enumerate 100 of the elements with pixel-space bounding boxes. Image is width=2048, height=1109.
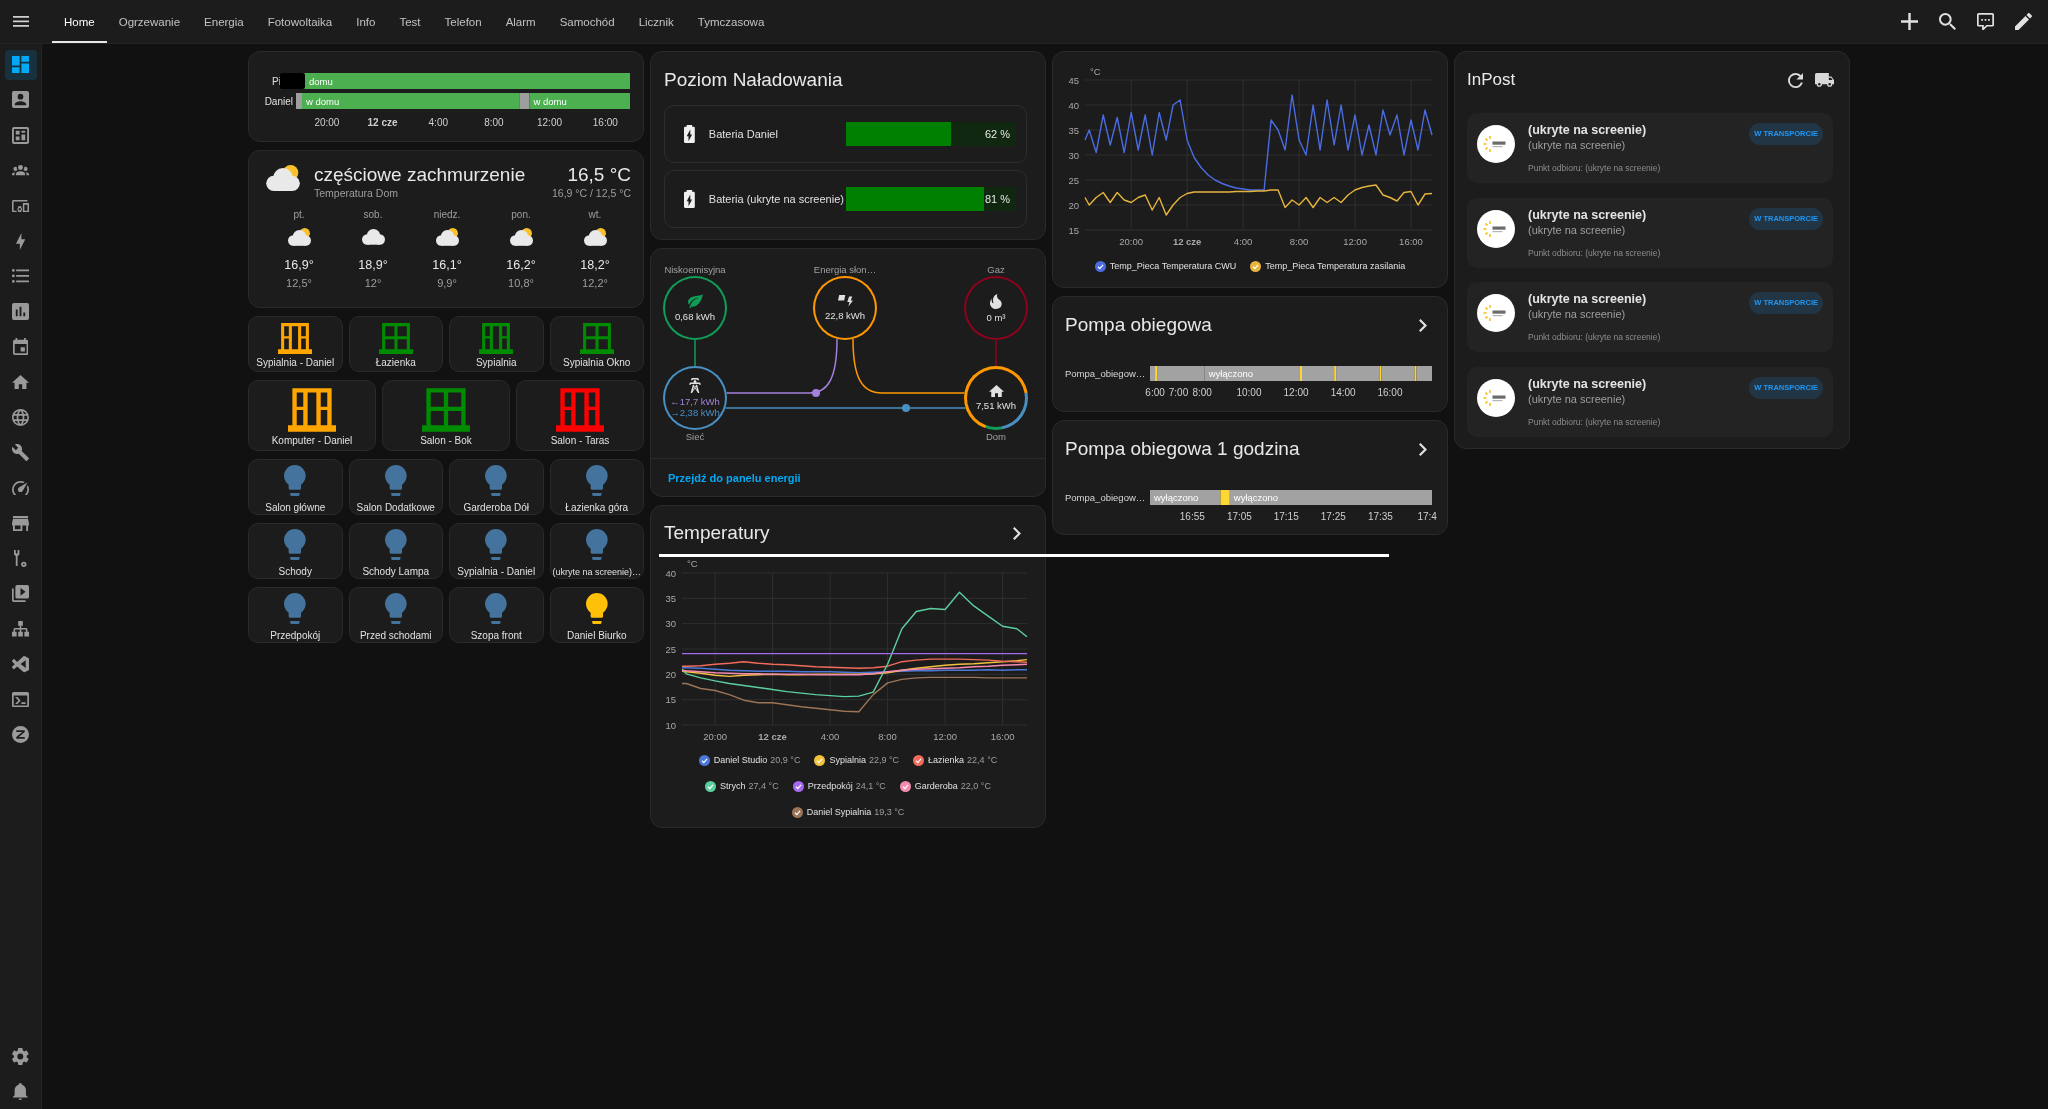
chevron-icon bbox=[1419, 442, 1427, 456]
legend-item[interactable]: Strych 27,4 °C bbox=[705, 773, 779, 799]
tab[interactable]: Licznik bbox=[626, 0, 686, 43]
weather-condition: częściowe zachmurzenie bbox=[314, 164, 527, 186]
pencil-icon bbox=[2014, 13, 2032, 30]
bar-chart-icon bbox=[12, 303, 29, 321]
legend-item[interactable]: Daniel Studio 20,9 °C bbox=[698, 747, 801, 773]
temperature-value: 16,5 °C bbox=[566, 164, 631, 186]
axis-label: 17:15 bbox=[1273, 510, 1299, 522]
window-tile[interactable]: Łazienka bbox=[348, 316, 443, 372]
legend-item[interactable]: Łazienka 22,4 °C bbox=[913, 747, 998, 773]
legend-label: Temp_Pieca Temperatura zasilania bbox=[1265, 261, 1406, 271]
legend-item[interactable]: Garderoba 22,0 °C bbox=[899, 773, 991, 799]
forecast-day: niedz. bbox=[433, 208, 461, 222]
axis-label: 12:00 bbox=[1343, 236, 1367, 247]
parcel-title: (ukryte na screenie) bbox=[1528, 375, 1647, 392]
energy-node[interactable]: 0,68 kWh bbox=[663, 276, 727, 340]
tools-icon bbox=[14, 550, 27, 568]
card-title: Pompa obiegowa 1 godzina bbox=[1065, 437, 1300, 461]
devices-icon bbox=[12, 199, 29, 212]
node-value: 7,51 kWh bbox=[975, 400, 1017, 412]
energy-node[interactable]: 22,8 kWh bbox=[813, 276, 877, 340]
light-tile[interactable]: Salon Dodatkowe bbox=[348, 459, 443, 515]
window-tile[interactable]: Sypialnia Okno bbox=[549, 316, 644, 372]
light-tile[interactable]: Schody Lampa bbox=[348, 523, 443, 579]
sitemap-icon bbox=[12, 621, 29, 637]
axis-unit: °C bbox=[1090, 66, 1101, 77]
axis-label: 8:00 bbox=[484, 116, 504, 128]
light-tile[interactable]: Schody bbox=[248, 523, 343, 579]
flow-line bbox=[995, 339, 997, 367]
parcel-title: (ukryte na screenie) bbox=[1528, 206, 1647, 223]
sidebar-item[interactable] bbox=[4, 49, 37, 80]
axis-label: 12 cze bbox=[1172, 236, 1202, 247]
node-label: Energia słon… bbox=[813, 263, 877, 275]
forecast-day: pon. bbox=[511, 208, 531, 222]
pickup-point: Punkt odbioru: (ukryte na screenie) bbox=[1528, 415, 1661, 428]
legend-label: Strych bbox=[720, 781, 746, 791]
bell-icon bbox=[13, 1082, 28, 1100]
axis-label: 8:00 bbox=[878, 731, 897, 742]
tab[interactable]: Home bbox=[52, 0, 107, 43]
legend-item[interactable]: Sypialnia 22,9 °C bbox=[814, 747, 900, 773]
tab[interactable]: Alarm bbox=[493, 0, 548, 43]
light-tile[interactable]: Przedpokój bbox=[248, 587, 343, 643]
tab[interactable]: Energia bbox=[192, 0, 256, 43]
logo-icon bbox=[1477, 209, 1515, 248]
energy-link[interactable]: Przejdź do panelu energii bbox=[668, 472, 801, 484]
legend-label: Łazienka bbox=[928, 755, 965, 765]
axis-label: 35 bbox=[1068, 124, 1079, 136]
axis-label: 17:35 bbox=[1367, 510, 1393, 522]
axis-label: 40 bbox=[665, 567, 676, 579]
chevron-icon bbox=[1013, 526, 1021, 540]
legend-label: Daniel Studio bbox=[713, 755, 768, 765]
card-title: Poziom Naładowania bbox=[664, 68, 844, 92]
parcel-title: (ukryte na screenie) bbox=[1528, 291, 1647, 307]
row-label: Pompa_obiegow… bbox=[1065, 492, 1146, 503]
forecast-high: 16,2° bbox=[506, 256, 536, 273]
window-tile[interactable]: Salon - Taras bbox=[516, 380, 644, 451]
legend-label: Temp_Pieca Temperatura CWU bbox=[1109, 261, 1237, 271]
tab[interactable]: Samochód bbox=[547, 0, 627, 43]
legend-item[interactable]: Temp_Pieca Temperatura CWU bbox=[1094, 256, 1237, 276]
axis-label: 4:00 bbox=[428, 116, 448, 128]
axis-label: 12:00 bbox=[537, 116, 562, 128]
tab[interactable]: Fotowoltaika bbox=[255, 0, 345, 43]
store-icon bbox=[12, 515, 29, 531]
tab[interactable]: Info bbox=[344, 0, 388, 43]
legend-label: Przedpokój bbox=[807, 781, 853, 791]
segment-label: wyłączono bbox=[1233, 492, 1279, 503]
legend-item[interactable]: Przedpokój 24,1 °C bbox=[792, 773, 886, 799]
legend-item[interactable]: Temp_Pieca Temperatura zasilania bbox=[1250, 256, 1406, 276]
plus-icon bbox=[1900, 13, 1918, 30]
light-tile[interactable]: Salon główne bbox=[248, 459, 343, 515]
battery-reading: 81 % bbox=[984, 192, 1010, 207]
forecast-low: 10,8° bbox=[508, 275, 534, 290]
legend-item[interactable]: Daniel Sypialnia 19,3 °C bbox=[791, 799, 905, 825]
window-tile[interactable]: Komputer - Daniel bbox=[248, 380, 376, 451]
tab[interactable]: Telefon bbox=[432, 0, 494, 43]
light-tile[interactable]: Przed schodami bbox=[348, 587, 443, 643]
parcel-subtitle: (ukryte na screenie) bbox=[1528, 391, 1626, 406]
window-tile[interactable]: Sypialnia - Daniel bbox=[248, 316, 343, 372]
light-tile[interactable]: Łazienka góra bbox=[549, 459, 644, 515]
node-value: 22,8 kWh bbox=[824, 309, 866, 321]
parcel-title: (ukryte na screenie) bbox=[1528, 122, 1647, 138]
energy-node[interactable]: 0 m³ bbox=[964, 276, 1028, 340]
dashboard-icon bbox=[12, 56, 29, 74]
light-tile[interactable]: Garderoba Dół bbox=[449, 459, 544, 515]
light-tile[interactable]: (ukryte na screenie)… bbox=[549, 523, 644, 579]
gauge-icon bbox=[12, 480, 29, 496]
forecast-day: pt. bbox=[293, 208, 305, 222]
tab[interactable]: Ogrzewanie bbox=[106, 0, 193, 43]
light-tile[interactable]: Daniel Biurko bbox=[549, 587, 644, 643]
light-tile[interactable]: Szopa front bbox=[449, 587, 544, 643]
tab[interactable]: Test bbox=[387, 0, 433, 43]
window-tile[interactable]: Sypialnia bbox=[449, 316, 544, 372]
tab[interactable]: Tymczasowa bbox=[685, 0, 777, 43]
card-title: InPost bbox=[1467, 70, 1516, 90]
energy-node[interactable]: ←17,7 kWh →2,38 kWh bbox=[663, 366, 727, 430]
forecast-high: 16,9° bbox=[284, 256, 314, 273]
light-tile[interactable]: Sypialnia - Daniel bbox=[449, 523, 544, 579]
window-tile[interactable]: Salon - Bok bbox=[382, 380, 510, 451]
card-title: Temperatury bbox=[664, 521, 770, 545]
